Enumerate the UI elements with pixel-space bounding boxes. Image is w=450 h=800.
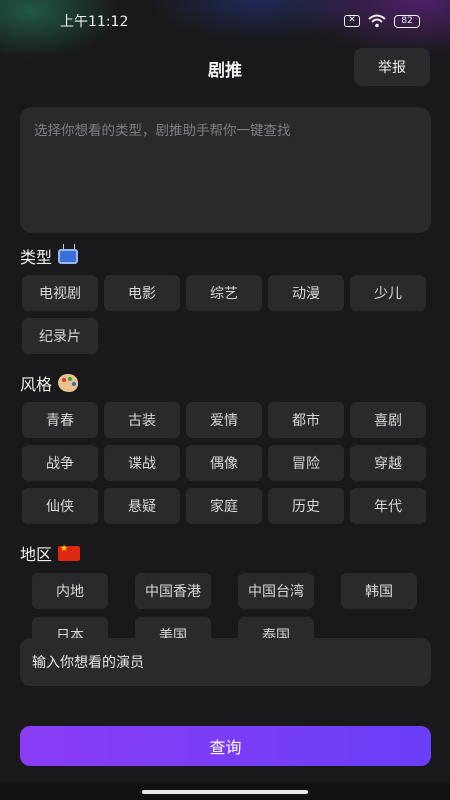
status-bar: 上午11:12 ✕ 82 xyxy=(0,0,450,42)
chip-style-14[interactable]: 年代 xyxy=(350,488,426,524)
china-flag-icon xyxy=(58,544,81,561)
chip-type-0[interactable]: 电视剧 xyxy=(22,275,98,311)
status-icons: ✕ 82 xyxy=(344,14,420,28)
chip-region-4[interactable]: 日本 xyxy=(32,617,108,640)
section-title-style: 风格 xyxy=(20,371,79,395)
chip-region-2[interactable]: 中国台湾 xyxy=(238,573,314,609)
chip-style-1[interactable]: 古装 xyxy=(104,402,180,438)
home-indicator[interactable] xyxy=(142,790,308,794)
chip-style-6[interactable]: 谍战 xyxy=(104,445,180,481)
chip-type-3[interactable]: 动漫 xyxy=(268,275,344,311)
chip-style-12[interactable]: 家庭 xyxy=(186,488,262,524)
actor-input[interactable]: 输入你想看的演员 xyxy=(20,638,431,686)
header: 剧推 举报 xyxy=(0,48,450,88)
chip-style-2[interactable]: 爱情 xyxy=(186,402,262,438)
section-title-type-label: 类型 xyxy=(20,248,53,267)
chip-style-8[interactable]: 冒险 xyxy=(268,445,344,481)
wifi-icon xyxy=(368,14,386,28)
report-button[interactable]: 举报 xyxy=(354,48,430,86)
battery-icon: 82 xyxy=(394,14,420,28)
palette-icon xyxy=(58,374,79,392)
section-title-region: 地区 xyxy=(20,541,81,565)
chip-type-5[interactable]: 纪录片 xyxy=(22,318,98,354)
chip-region-1[interactable]: 中国香港 xyxy=(135,573,211,609)
chip-style-13[interactable]: 历史 xyxy=(268,488,344,524)
no-sim-icon: ✕ xyxy=(344,15,360,27)
chip-style-11[interactable]: 悬疑 xyxy=(104,488,180,524)
chip-region-3[interactable]: 韩国 xyxy=(341,573,417,609)
section-title-style-label: 风格 xyxy=(20,375,53,394)
chip-type-4[interactable]: 少儿 xyxy=(350,275,426,311)
chip-style-3[interactable]: 都市 xyxy=(268,402,344,438)
chip-style-5[interactable]: 战争 xyxy=(22,445,98,481)
chip-style-10[interactable]: 仙侠 xyxy=(22,488,98,524)
tv-icon xyxy=(58,243,79,264)
status-time: 上午11:12 xyxy=(60,14,129,30)
section-title-type: 类型 xyxy=(20,243,79,268)
prompt-textarea[interactable]: 选择你想看的类型，剧推助手帮你一键查找 xyxy=(20,107,431,233)
chip-region-6[interactable]: 泰国 xyxy=(238,617,314,640)
chip-type-2[interactable]: 综艺 xyxy=(186,275,262,311)
chip-style-9[interactable]: 穿越 xyxy=(350,445,426,481)
chip-region-0[interactable]: 内地 xyxy=(32,573,108,609)
search-button[interactable]: 查询 xyxy=(20,726,431,766)
chip-type-1[interactable]: 电影 xyxy=(104,275,180,311)
chip-style-0[interactable]: 青春 xyxy=(22,402,98,438)
chip-style-4[interactable]: 喜剧 xyxy=(350,402,426,438)
chip-style-7[interactable]: 偶像 xyxy=(186,445,262,481)
chip-region-5[interactable]: 美国 xyxy=(135,617,211,640)
filter-scroll-area[interactable]: 类型 电视剧 电影 综艺 动漫 少儿 纪录片 风格 青春 古装 爱情 都市 喜剧… xyxy=(0,240,450,640)
section-title-region-label: 地区 xyxy=(20,545,53,564)
